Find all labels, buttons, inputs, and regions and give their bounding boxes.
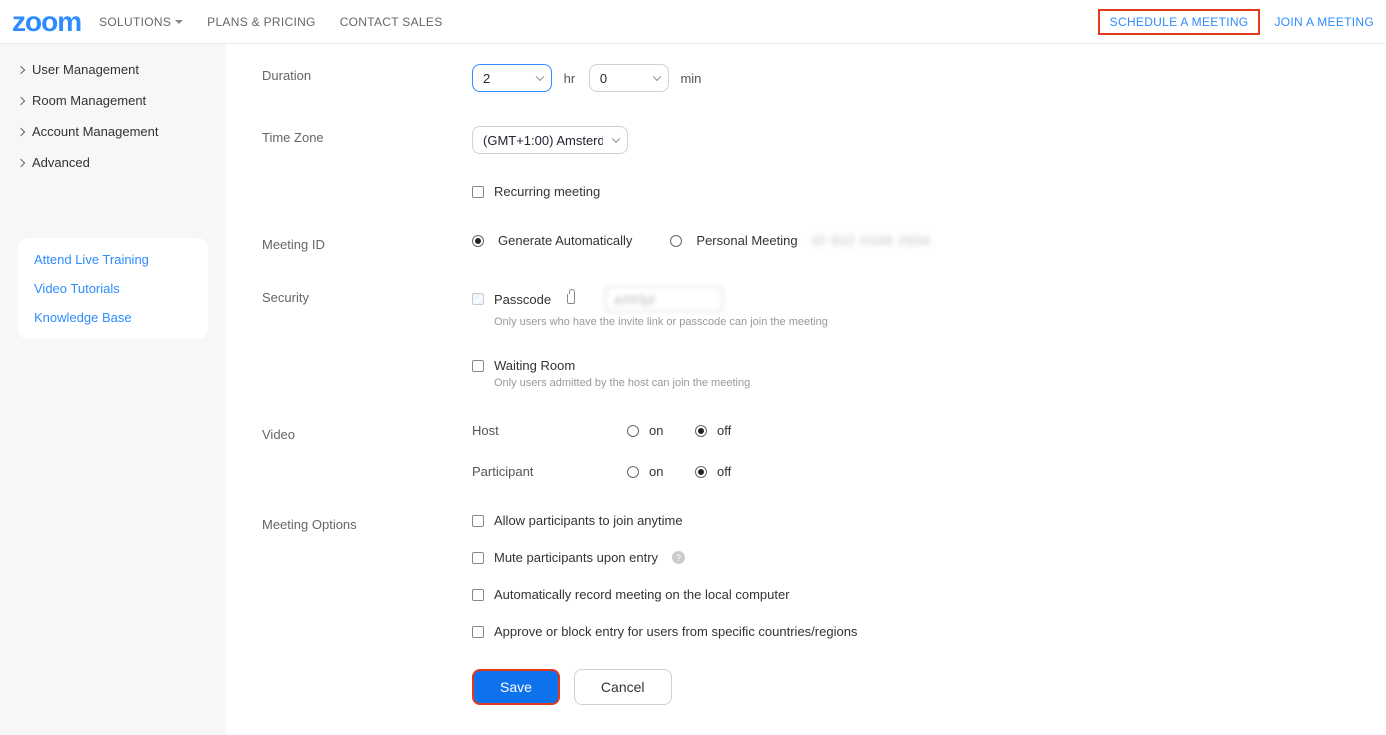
off-label: off (717, 423, 731, 438)
zoom-logo[interactable]: zoom (12, 6, 81, 38)
link-knowledge-base[interactable]: Knowledge Base (34, 310, 192, 325)
timezone-label: Time Zone (262, 126, 472, 145)
host-video-off-radio[interactable] (695, 425, 707, 437)
meeting-id-personal-label: Personal Meeting (696, 233, 797, 248)
video-label: Video (262, 423, 472, 442)
security-label: Security (262, 286, 472, 305)
nav-contact[interactable]: CONTACT SALES (340, 15, 443, 29)
chevron-right-icon (17, 96, 25, 104)
sidebar-item-label: Room Management (32, 93, 146, 108)
waiting-room-checkbox[interactable] (472, 360, 484, 372)
duration-label: Duration (262, 64, 472, 83)
passcode-input[interactable] (605, 286, 723, 312)
opt-join-anytime-label: Allow participants to join anytime (494, 513, 683, 528)
nav-links: SOLUTIONS PLANS & PRICING CONTACT SALES (99, 15, 442, 29)
waiting-room-label: Waiting Room (494, 358, 575, 373)
meeting-id-auto-radio[interactable] (472, 235, 484, 247)
participant-video-off-radio[interactable] (695, 466, 707, 478)
duration-field: 2 hr 0 min (472, 64, 1346, 92)
opt-mute-entry-label: Mute participants upon entry (494, 550, 658, 565)
on-label: on (649, 464, 669, 479)
off-label: off (717, 464, 731, 479)
duration-minutes-select[interactable]: 0 (589, 64, 669, 92)
sidebar-item-label: Advanced (32, 155, 90, 170)
passcode-checkbox (472, 293, 484, 305)
lock-icon (567, 294, 575, 304)
passcode-hint: Only users who have the invite link or p… (494, 316, 1346, 328)
duration-minutes-value: 0 (600, 71, 607, 86)
chevron-right-icon (17, 127, 25, 135)
opt-auto-record-label: Automatically record meeting on the loca… (494, 587, 790, 602)
meeting-id-auto-label: Generate Automatically (498, 233, 632, 248)
link-live-training[interactable]: Attend Live Training (34, 252, 192, 267)
nav-solutions[interactable]: SOLUTIONS (99, 15, 183, 29)
sidebar-item-label: User Management (32, 62, 139, 77)
meeting-options-label: Meeting Options (262, 513, 472, 532)
on-label: on (649, 423, 669, 438)
opt-country-block-checkbox[interactable] (472, 626, 484, 638)
meeting-id-label: Meeting ID (262, 233, 472, 252)
join-meeting-link[interactable]: JOIN A MEETING (1274, 15, 1374, 29)
sidebar-item-advanced[interactable]: Advanced (0, 147, 226, 178)
participant-video-on-radio[interactable] (627, 466, 639, 478)
chevron-right-icon (17, 158, 25, 166)
sidebar-item-user-management[interactable]: User Management (0, 54, 226, 85)
chevron-down-icon (653, 73, 661, 81)
waiting-room-hint: Only users admitted by the host can join… (494, 377, 1346, 389)
opt-mute-entry-checkbox[interactable] (472, 552, 484, 564)
min-unit: min (680, 71, 701, 86)
save-button[interactable]: Save (472, 669, 560, 705)
sidebar-item-label: Account Management (32, 124, 158, 139)
sidebar-item-room-management[interactable]: Room Management (0, 85, 226, 116)
schedule-meeting-button[interactable]: SCHEDULE A MEETING (1098, 9, 1261, 35)
nav-plans[interactable]: PLANS & PRICING (207, 15, 316, 29)
host-video-on-radio[interactable] (627, 425, 639, 437)
chevron-down-icon (612, 135, 620, 143)
sidebar-help-box: Attend Live Training Video Tutorials Kno… (18, 238, 208, 339)
help-icon[interactable]: ? (672, 551, 685, 564)
timezone-select[interactable]: (GMT+1:00) Amsterdam, Be (472, 126, 628, 154)
cancel-button[interactable]: Cancel (574, 669, 672, 705)
nav-solutions-label: SOLUTIONS (99, 15, 171, 29)
opt-join-anytime-checkbox[interactable] (472, 515, 484, 527)
main-content: Duration 2 hr 0 min Time Zone (GMT+1:00)… (226, 44, 1386, 735)
meeting-id-personal-radio[interactable] (670, 235, 682, 247)
hr-unit: hr (564, 71, 576, 86)
recurring-checkbox[interactable] (472, 186, 484, 198)
chevron-down-icon (536, 73, 544, 81)
duration-hours-value: 2 (483, 71, 490, 86)
duration-hours-select[interactable]: 2 (472, 64, 552, 92)
host-label: Host (472, 423, 617, 438)
timezone-value: (GMT+1:00) Amsterdam, Be (483, 133, 603, 148)
participant-label: Participant (472, 464, 617, 479)
link-video-tutorials[interactable]: Video Tutorials (34, 281, 192, 296)
chevron-down-icon (175, 20, 183, 24)
sidebar: User Management Room Management Account … (0, 44, 226, 735)
top-nav: zoom SOLUTIONS PLANS & PRICING CONTACT S… (0, 0, 1386, 44)
passcode-label: Passcode (494, 292, 551, 307)
recurring-label: Recurring meeting (494, 184, 600, 199)
opt-auto-record-checkbox[interactable] (472, 589, 484, 601)
sidebar-item-account-management[interactable]: Account Management (0, 116, 226, 147)
personal-meeting-id-blur: ID 932 0348 2934 (812, 233, 931, 248)
chevron-right-icon (17, 65, 25, 73)
